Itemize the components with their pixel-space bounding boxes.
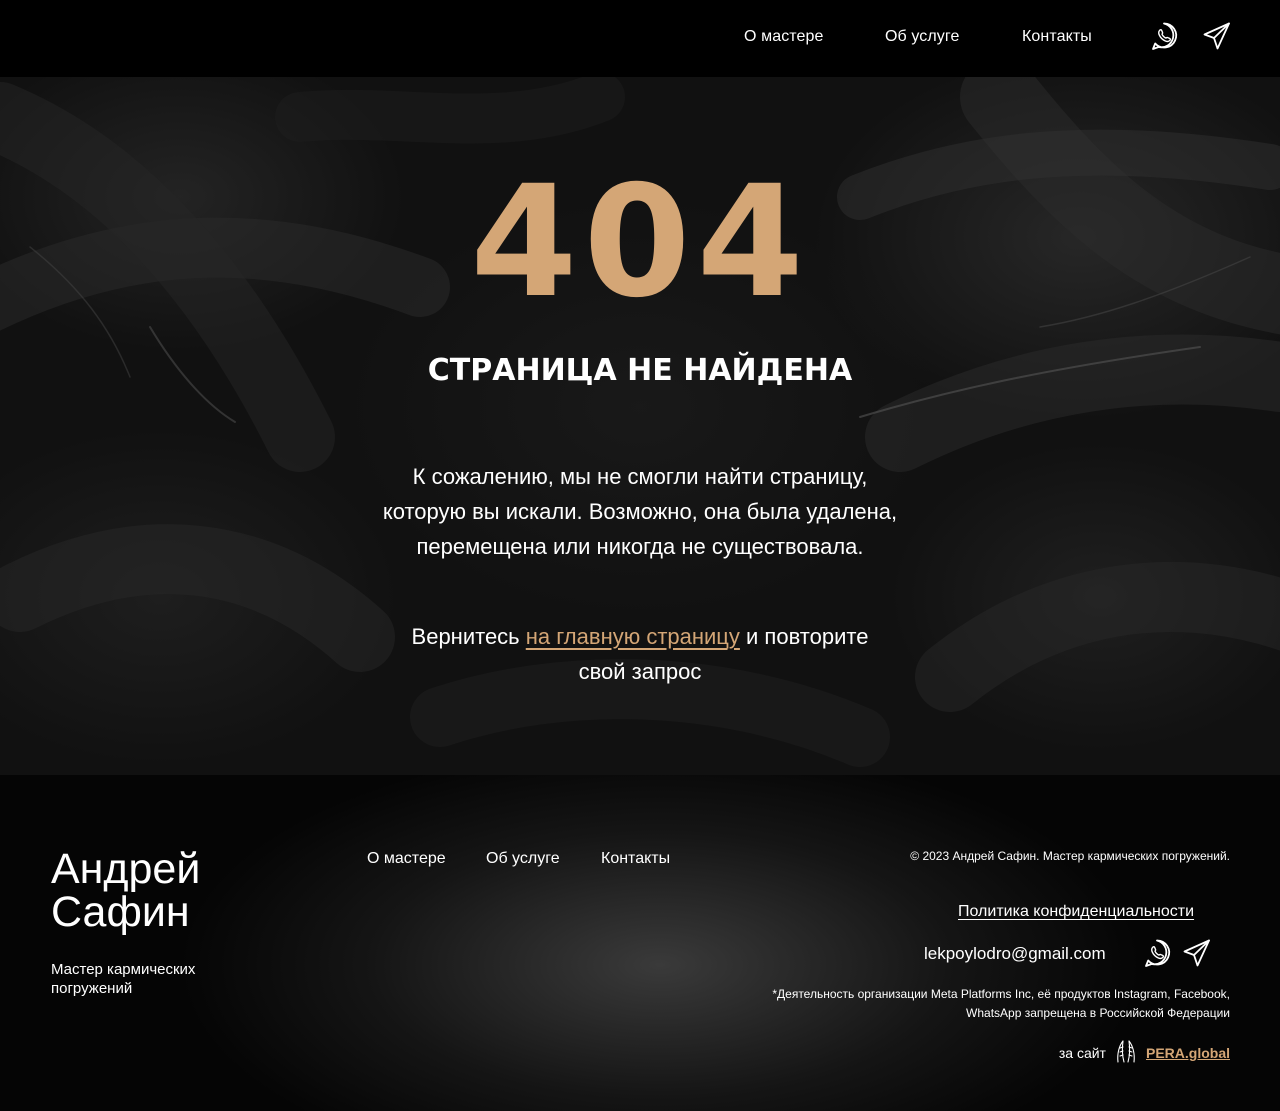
brand-tagline-line: Мастер кармических [51, 961, 196, 978]
privacy-policy-link[interactable]: Политика конфиденциальности [958, 903, 1194, 921]
disclaimer-line: WhatsApp запрещена в Российской Федераци… [966, 1006, 1230, 1020]
credit-prefix: за сайт [1058, 1044, 1106, 1061]
footer-nav-about-service[interactable]: Об услуге [486, 850, 560, 868]
telegram-icon[interactable] [1202, 20, 1232, 52]
footer-nav-about-master[interactable]: О мастере [367, 850, 446, 868]
error-message-line: которую вы искали. Возможно, она была уд… [382, 499, 898, 524]
error-code: 404 [470, 153, 810, 332]
brand-tagline-line: погружений [51, 980, 133, 997]
site-footer: Андрей Сафин Мастер кармических погружен… [0, 775, 1280, 1111]
back-suffix: и повторите [739, 624, 869, 649]
copyright: © 2023 Андрей Сафин. Мастер кармических … [910, 849, 1230, 863]
pera-logo-icon [1112, 1036, 1140, 1069]
brand-name: Андрей Сафин [51, 848, 200, 934]
meta-disclaimer: *Деятельность организации Meta Platforms… [710, 985, 1230, 1023]
footer-nav-contacts[interactable]: Контакты [601, 850, 670, 868]
whatsapp-icon[interactable] [1149, 20, 1179, 52]
email-link[interactable]: lekpoylodro@gmail.com [924, 944, 1106, 964]
telegram-icon[interactable] [1182, 937, 1212, 969]
back-suffix-line2: свой запрос [578, 659, 702, 684]
nav-link-contacts[interactable]: Контакты [1022, 28, 1092, 46]
hero-section: 404 СТРАНИЦА НЕ НАЙДЕНА К сожалению, мы … [0, 77, 1280, 775]
brand-name-line: Андрей [51, 845, 201, 893]
error-message: К сожалению, мы не смогли найти страницу… [360, 459, 920, 564]
nav-link-about-master[interactable]: О мастере [744, 28, 824, 46]
nav-link-about-service[interactable]: Об услуге [885, 28, 960, 46]
pera-global-link[interactable]: PERA.global [1146, 1045, 1230, 1061]
brand-name-line: Сафин [51, 888, 190, 936]
home-page-link[interactable]: на главную страницу [526, 624, 740, 649]
disclaimer-line: *Деятельность организации Meta Platforms… [772, 987, 1230, 1001]
site-header: О мастере Об услуге Контакты [0, 0, 1280, 77]
back-prefix: Вернитесь [411, 624, 526, 649]
site-credit: за сайт PERA.global [1059, 1036, 1230, 1069]
error-message-line: К сожалению, мы не смогли найти страницу… [412, 464, 868, 489]
whatsapp-icon[interactable] [1142, 937, 1172, 969]
page-title: СТРАНИЦА НЕ НАЙДЕНА [427, 353, 853, 388]
error-message-line: перемещена или никогда не существовала. [416, 534, 864, 559]
brand-tagline: Мастер кармических погружений [51, 960, 251, 998]
back-home-text: Вернитесь на главную страницу и повторит… [380, 619, 900, 689]
